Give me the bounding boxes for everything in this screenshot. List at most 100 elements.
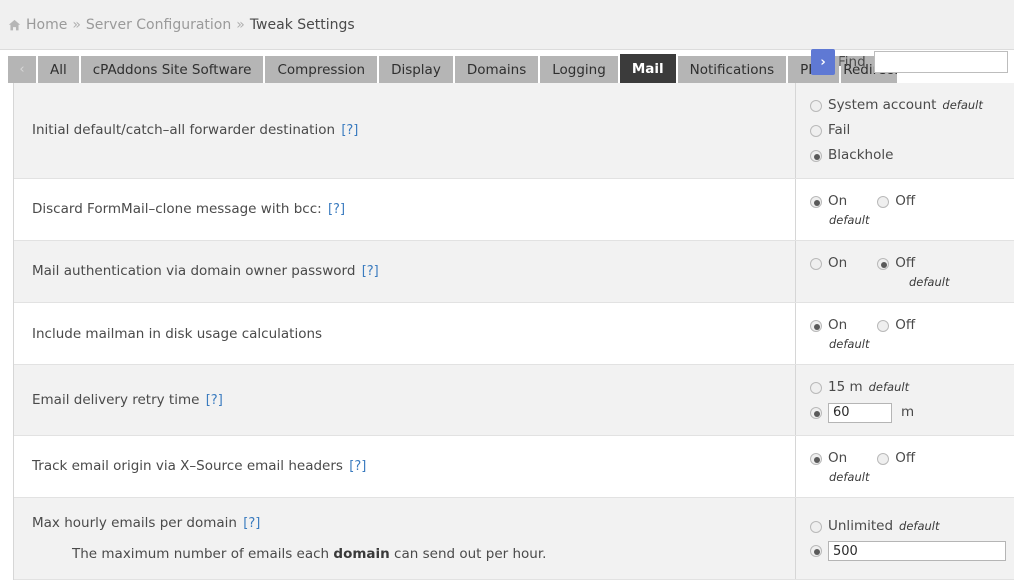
help-icon[interactable]: [?] (206, 393, 223, 408)
tab-all[interactable]: All (38, 56, 79, 83)
setting-row-include-mailman: Include mailman in disk usage calculatio… (14, 303, 1014, 365)
breadcrumb-separator: » (236, 16, 245, 33)
radio-option-system-account: System account default (810, 95, 1014, 116)
setting-control-cell: Unlimited default (795, 498, 1014, 579)
tab-logging[interactable]: Logging (540, 56, 618, 83)
radio-text: On (828, 255, 848, 271)
breadcrumb-item-server-configuration[interactable]: Server Configuration (86, 17, 231, 33)
radio-on[interactable] (810, 257, 822, 270)
setting-row-email-delivery-retry-time: Email delivery retry time [?] 15 m defau… (14, 365, 1014, 436)
tabs-scroll-left-button[interactable]: ‹ (8, 56, 36, 83)
setting-label-cell: Include mailman in disk usage calculatio… (14, 303, 795, 364)
radio-15m[interactable] (810, 381, 822, 394)
setting-label: Discard FormMail–clone message with bcc:… (32, 200, 785, 219)
description-pre: The maximum number of emails each (72, 546, 334, 562)
radio-label-on[interactable]: On (810, 448, 847, 469)
radio-text: Off (895, 450, 916, 466)
setting-control-cell: System account default Fail Blackhole (795, 83, 1014, 178)
radio-on[interactable] (810, 195, 822, 208)
home-icon (8, 19, 21, 32)
tabs-scroll-right-button[interactable]: › (811, 49, 835, 75)
retry-time-unit: m (901, 404, 915, 420)
radio-off[interactable] (877, 195, 890, 208)
radio-system-account[interactable] (810, 99, 822, 112)
setting-row-max-hourly-emails-per-domain: Max hourly emails per domain [?] The max… (14, 498, 1014, 580)
setting-label-cell: Mail authentication via domain owner pas… (14, 241, 795, 302)
tab-cpaddons-site-software[interactable]: cPAddons Site Software (80, 56, 264, 83)
radio-label-fail[interactable]: Fail (810, 120, 850, 141)
radio-label-on[interactable]: On (810, 191, 847, 212)
setting-label: Email delivery retry time [?] (32, 391, 785, 410)
breadcrumb-item-tweak-settings: Tweak Settings (249, 16, 355, 33)
find-input[interactable] (873, 51, 1008, 73)
radio-label-15m[interactable]: 15 m (810, 377, 863, 398)
radio-label-on[interactable]: On (810, 253, 847, 274)
radio-on[interactable] (810, 452, 822, 465)
radio-label-off[interactable]: Off (877, 448, 915, 469)
setting-row-mail-authentication: Mail authentication via domain owner pas… (14, 241, 1014, 303)
setting-row-initial-forwarder-destination: Initial default/catch–all forwarder dest… (14, 83, 1014, 179)
tab-domains[interactable]: Domains (454, 56, 539, 83)
radio-unlimited[interactable] (810, 520, 822, 533)
retry-time-input[interactable] (828, 402, 892, 423)
radio-text: On (828, 193, 848, 209)
radio-text: Off (895, 255, 916, 271)
default-tag: default (829, 470, 870, 484)
radio-text: System account (828, 97, 937, 113)
radio-option-custom-limit (810, 541, 1014, 561)
radio-blackhole[interactable] (810, 149, 822, 162)
setting-label-cell: Max hourly emails per domain [?] The max… (14, 498, 795, 579)
radio-option-fail: Fail (810, 120, 1014, 141)
radio-custom-hourly-limit[interactable] (810, 545, 822, 557)
default-tag: default (868, 380, 910, 394)
tab-compression[interactable]: Compression (265, 56, 378, 83)
radio-label-off[interactable]: Off (877, 315, 915, 336)
max-hourly-emails-input[interactable] (828, 541, 1006, 561)
tab-mail[interactable]: Mail (619, 54, 676, 83)
radio-text: On (828, 317, 848, 333)
default-tag: default (909, 275, 950, 289)
radio-off[interactable] (877, 319, 890, 332)
radio-label-system-account[interactable]: System account (810, 95, 936, 116)
radio-label-on[interactable]: On (810, 315, 847, 336)
tab-notifications[interactable]: Notifications (677, 56, 787, 83)
find-label: Find (838, 54, 866, 70)
help-icon[interactable]: [?] (341, 123, 358, 138)
radio-off[interactable] (877, 257, 890, 270)
setting-label-text: Max hourly emails per domain (32, 515, 237, 531)
radio-fail[interactable] (810, 124, 822, 137)
help-icon[interactable]: [?] (362, 264, 379, 279)
setting-control-cell: On Off default (795, 303, 1014, 364)
breadcrumb-item-home[interactable]: Home (26, 17, 67, 33)
default-tag: default (829, 337, 870, 351)
radio-option-15m: 15 m default (810, 377, 1014, 398)
breadcrumb-separator: » (72, 16, 81, 33)
tab-display[interactable]: Display (379, 56, 453, 83)
radio-label-off[interactable]: Off (877, 253, 915, 274)
setting-control-cell: On Off default (795, 179, 1014, 240)
on-off-group: On Off (810, 448, 1014, 469)
description-post: can send out per hour. (389, 546, 547, 562)
default-tag: default (829, 213, 870, 227)
on-off-group: On Off (810, 191, 1014, 212)
setting-label-text: Track email origin via X–Source email he… (32, 458, 343, 474)
radio-custom-retry-time[interactable] (810, 406, 822, 419)
help-icon[interactable]: [?] (243, 516, 260, 531)
radio-text: 15 m (828, 379, 863, 395)
radio-on[interactable] (810, 319, 822, 332)
radio-label-off[interactable]: Off (877, 191, 915, 212)
settings-list: Initial default/catch–all forwarder dest… (13, 83, 1014, 580)
breadcrumb-bar: Home » Server Configuration » Tweak Sett… (0, 0, 1014, 50)
setting-label-cell: Discard FormMail–clone message with bcc:… (14, 179, 795, 240)
radio-option-custom-minutes: m (810, 402, 1014, 423)
setting-description: The maximum number of emails each domain… (72, 545, 785, 563)
help-icon[interactable]: [?] (328, 202, 345, 217)
setting-label: Initial default/catch–all forwarder dest… (32, 121, 785, 140)
radio-label-blackhole[interactable]: Blackhole (810, 145, 893, 166)
setting-row-discard-formmail-clone: Discard FormMail–clone message with bcc:… (14, 179, 1014, 241)
radio-text: Off (895, 193, 916, 209)
radio-off[interactable] (877, 452, 890, 465)
setting-label-cell: Email delivery retry time [?] (14, 365, 795, 435)
help-icon[interactable]: [?] (349, 459, 366, 474)
find-group: Find (838, 51, 1008, 73)
